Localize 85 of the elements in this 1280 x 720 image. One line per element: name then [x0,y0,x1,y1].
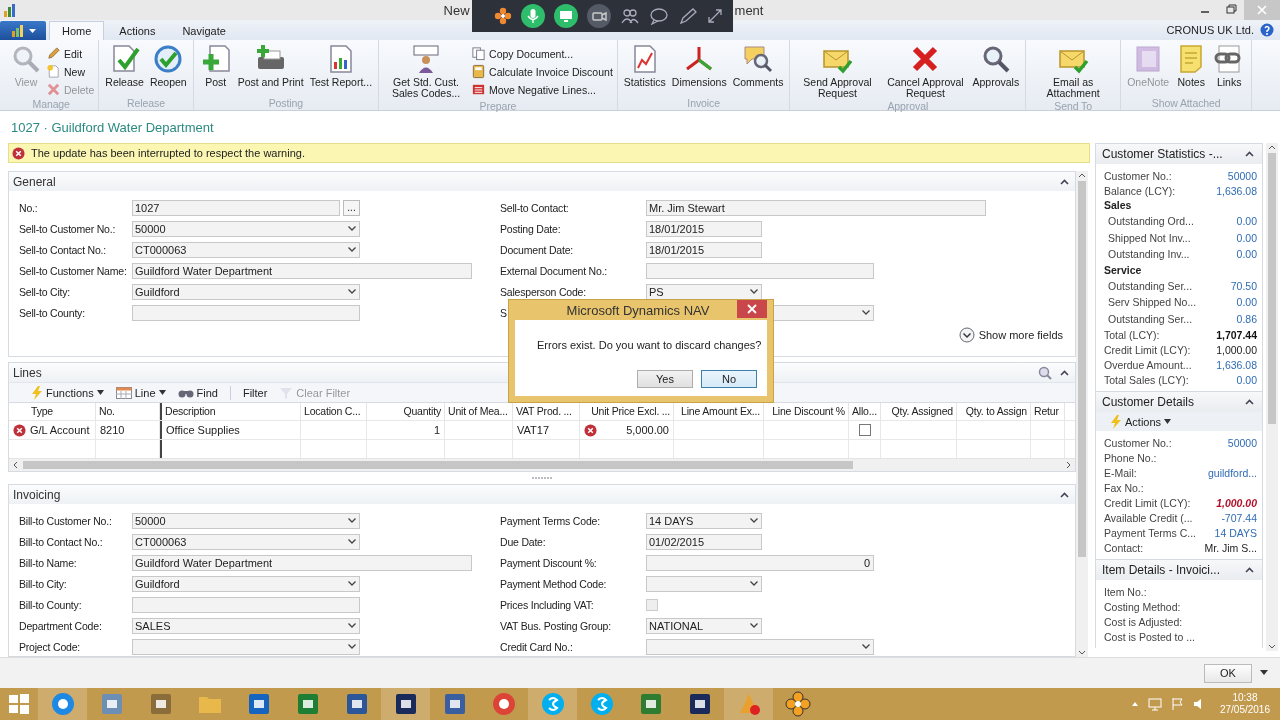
company-name: CRONUS UK Ltd. [1166,24,1254,36]
clock-time: 10:38 [1232,692,1258,704]
dialog-message: Errors exist. Do you want to discard changes? [537,339,762,351]
table-cell: 1 [367,421,445,439]
field-label: Due Date: [500,535,546,548]
clock-date: 27/05/2016 [1219,704,1270,716]
group-label: Prepare [478,100,518,113]
factbox-title: Item Details - Invoici... [1102,563,1222,577]
field-label: Costing Method: [1104,600,1181,613]
field-label: Credit Card No.: [500,640,573,653]
field-label: Outstanding Ser... [1108,279,1193,292]
field-label: Fax No.: [1104,481,1144,494]
field-label: Outstanding Inv... [1108,248,1190,261]
field-label: Bill-to City: [19,577,67,590]
group-label: Invoice [686,97,721,110]
field-value: 1,000.00 [1216,343,1257,356]
table-cell: G/L Account [30,424,90,436]
field-label: Bill-to Contact No.: [19,535,103,548]
field-label: Serv Shipped No... [1108,296,1197,309]
field-label: S [500,306,507,319]
field-label: Shipped Not Inv... [1108,231,1191,244]
field-label: External Document No.: [500,264,608,277]
section-title: General [13,174,57,189]
field-label: Bill-to Name: [19,556,77,569]
section-title: Invoicing [13,487,62,502]
field-label: Sell-to County: [19,306,85,319]
table-cell: VAT17 [513,421,580,439]
group-label: Send To [1053,100,1093,113]
field-label: Payment Discount %: [500,556,597,569]
field-label: Payment Terms C... [1104,526,1196,539]
table-cell: 8210 [96,421,160,439]
field-label: Posting Date: [500,222,561,235]
field-label: No.: [19,201,38,214]
dialog-title: Microsoft Dynamics NAV [565,302,710,318]
field-label: Customer No.: [1104,169,1172,182]
field-label: Sell-to City: [19,285,71,298]
field-label: Prices Including VAT: [500,598,594,611]
field-label: Total Sales (LCY): [1104,373,1189,386]
group-label: Posting [267,97,305,110]
field-label: Phone No.: [1104,451,1157,464]
factbox-title: Customer Details [1102,395,1196,409]
field-value: 1,707.44 [1216,328,1257,341]
page-title: 1027 · Guildford Water Department [10,119,214,137]
group-heading: Sales [1104,198,1133,213]
field-label: Document Date: [500,243,574,256]
field-label: Bill-to Customer No.: [19,514,112,527]
field-label: Sell-to Customer No.: [19,222,116,235]
table-cell: 5,000.00 [626,424,669,436]
group-label: Show Attached [1150,97,1222,110]
section-title: Lines [13,365,42,380]
field-label: E-Mail: [1104,466,1137,479]
field-label: Cost is Adjusted: [1104,615,1183,628]
field-value: 1,000.00 [1216,496,1257,509]
field-label: Contact: [1104,541,1144,554]
warning-text: The update has been interrupted to respect the warning. [31,147,305,159]
group-label: Release [126,97,166,110]
field-label: Customer No.: [1104,436,1172,449]
group-label: Approval [886,100,930,113]
field-label: Overdue Amount... [1104,358,1192,371]
field-label: Total (LCY): [1104,328,1160,341]
field-label: Available Credit (... [1104,511,1193,524]
field-label: Bill-to County: [19,598,82,611]
field-label: Sell-to Contact No.: [19,243,107,256]
field-label: Credit Limit (LCY): [1104,496,1191,509]
field-label: Department Code: [19,619,102,632]
field-label: VAT Bus. Posting Group: [500,619,611,632]
field-label: Credit Limit (LCY): [1104,343,1191,356]
group-label: Manage [31,98,71,111]
field-label: Balance (LCY): [1104,184,1176,197]
field-label: Item No.: [1104,585,1147,598]
field-label: Cost is Posted to ... [1104,630,1196,643]
field-label: Project Code: [19,640,80,653]
window-title: ment [734,2,764,18]
field-label: Outstanding Ser... [1108,312,1193,325]
factbox-title: Customer Statistics -... [1102,147,1224,161]
field-label: Outstanding Ord... [1108,215,1194,228]
field-label: Payment Method Code: [500,577,607,590]
field-label: Sell-to Customer Name: [19,264,127,277]
window-title: New [443,2,470,18]
table-cell: Office Supplies [160,421,301,439]
field-label: Salesperson Code: [500,285,586,298]
group-heading: Service [1104,262,1143,278]
field-label: Payment Terms Code: [500,514,600,527]
field-label: Sell-to Contact: [500,201,569,214]
field-value: Mr. Jim S... [1204,541,1257,554]
